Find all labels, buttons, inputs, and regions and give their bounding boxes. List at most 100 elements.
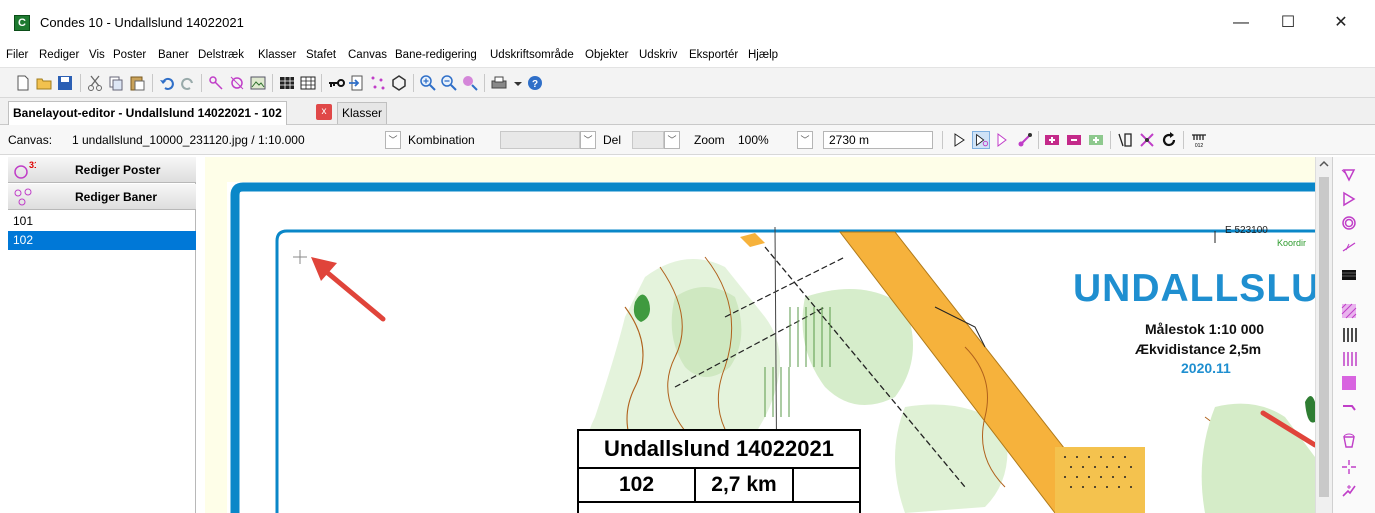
toolbar-separator (80, 74, 81, 92)
tools-icon[interactable] (1138, 131, 1156, 149)
select-arrow-icon[interactable] (950, 131, 968, 149)
menu-eksporter[interactable]: Eksportér (689, 49, 738, 61)
kombination-select[interactable] (500, 131, 580, 149)
menu-klasser[interactable]: Klasser (258, 49, 296, 61)
canvas-label: Canvas: (8, 133, 53, 147)
minimize-button[interactable]: — (1218, 8, 1264, 38)
measure-ruler-icon[interactable]: 012 (1190, 131, 1208, 149)
menu-hjaelp[interactable]: Hjælp (748, 49, 778, 61)
scroll-up-icon[interactable] (1319, 159, 1329, 169)
maximize-button[interactable]: ☐ (1265, 8, 1311, 38)
paste-icon[interactable] (128, 74, 146, 92)
menu-bane-redigering[interactable]: Bane-redigering (395, 49, 477, 61)
add-item-icon[interactable] (1043, 131, 1061, 149)
menu-poster[interactable]: Poster (113, 49, 146, 61)
course-length-field: 2730 m (823, 131, 933, 149)
open-folder-icon[interactable] (35, 74, 53, 92)
toolbar-separator (1038, 131, 1039, 149)
finish-circle-icon[interactable] (1341, 215, 1357, 231)
add-green-icon[interactable] (1087, 131, 1105, 149)
zoom-out-icon[interactable] (440, 74, 458, 92)
print-icon[interactable] (490, 74, 508, 92)
control-description-table[interactable]: Undallslund 14022021 102 2,7 km (577, 429, 861, 513)
menu-udskriftsomraade[interactable]: Udskriftsområde (490, 49, 574, 61)
tab-klasser[interactable]: Klasser (337, 102, 388, 124)
import-icon[interactable] (348, 74, 366, 92)
line-tool-icon[interactable] (1341, 239, 1357, 255)
svg-text:012: 012 (1195, 143, 1204, 149)
menu-objekter[interactable]: Objekter (585, 49, 628, 61)
scroll-thumb[interactable] (1319, 177, 1329, 497)
menu-delstraek[interactable]: Delstræk (198, 49, 244, 61)
purple-lines-icon[interactable] (1341, 351, 1357, 367)
menu-filer[interactable]: Filer (6, 49, 28, 61)
map-image-icon[interactable] (249, 74, 267, 92)
purple-fill-area-icon[interactable] (1341, 375, 1357, 391)
kombination-dropdown-arrow[interactable]: ﹀ (580, 131, 596, 149)
zoom-dropdown-arrow[interactable]: ﹀ (797, 131, 813, 149)
select-leg-icon[interactable] (994, 131, 1012, 149)
del-dropdown-arrow[interactable]: ﹀ (664, 131, 680, 149)
rediger-baner-button[interactable]: Rediger Baner (8, 184, 196, 210)
controls-dots-icon[interactable] (369, 74, 387, 92)
select-control-icon[interactable] (972, 131, 990, 149)
menu-stafet[interactable]: Stafet (306, 49, 336, 61)
menu-canvas[interactable]: Canvas (348, 49, 387, 61)
del-select[interactable] (632, 131, 664, 149)
canvas-select-value[interactable]: 1 undallslund_10000_231120.jpg / 1:10.00… (72, 133, 305, 147)
corner-line-icon[interactable] (1341, 401, 1357, 417)
redo-icon[interactable] (179, 74, 197, 92)
toolbar-separator (1110, 131, 1111, 149)
remove-item-icon[interactable] (1065, 131, 1083, 149)
map-vertical-scrollbar[interactable] (1315, 157, 1332, 513)
cut-icon[interactable] (86, 74, 104, 92)
course-route-icon (14, 188, 32, 206)
black-rect-icon[interactable] (1341, 267, 1357, 283)
crosshair-icon[interactable] (1341, 459, 1357, 475)
triangle-icon[interactable] (1341, 191, 1357, 207)
zoom-label: Zoom (694, 133, 725, 147)
description-icon[interactable] (1116, 131, 1134, 149)
save-icon[interactable] (56, 74, 74, 92)
undo-icon[interactable] (158, 74, 176, 92)
map-scale-text: Målestok 1:10 000 (1145, 321, 1265, 337)
map-coordinate-label: E 523100 (1225, 225, 1268, 236)
new-file-icon[interactable] (14, 74, 32, 92)
svg-text:31: 31 (29, 160, 36, 170)
menu-rediger[interactable]: Rediger (39, 49, 79, 61)
zoom-in-icon[interactable] (419, 74, 437, 92)
tab-close-button[interactable]: x (316, 104, 332, 120)
toolbar-separator (413, 74, 414, 92)
course-list-item-selected[interactable]: 102 (8, 231, 196, 250)
course-list-item[interactable]: 101 (8, 212, 196, 231)
control-number-icon[interactable] (390, 74, 408, 92)
sparkle-icon[interactable] (1341, 483, 1357, 499)
zoom-value[interactable]: 100% (738, 133, 769, 147)
black-lines-icon[interactable] (1341, 327, 1357, 343)
rotate-icon[interactable] (1160, 131, 1178, 149)
copy-icon[interactable] (107, 74, 125, 92)
canvas-dropdown-arrow[interactable]: ﹀ (385, 131, 401, 149)
chevron-down-icon[interactable] (509, 74, 527, 92)
start-triangle-icon[interactable] (1341, 167, 1357, 183)
zoom-fit-icon[interactable] (461, 74, 479, 92)
menu-vis[interactable]: Vis (89, 49, 105, 61)
close-window-button[interactable]: ✕ (1318, 8, 1364, 38)
menu-udskriv[interactable]: Udskriv (639, 49, 677, 61)
bucket-icon[interactable] (1341, 433, 1357, 449)
rediger-poster-button[interactable]: 31 Rediger Poster (8, 157, 196, 183)
edit-leg-icon[interactable] (1016, 131, 1034, 149)
table-icon[interactable] (278, 74, 296, 92)
rediger-baner-label: Rediger Baner (75, 190, 158, 204)
tab-banelayout-editor[interactable]: Banelayout-editor - Undallslund 14022021… (8, 101, 287, 125)
course-tool-icon[interactable] (207, 74, 225, 92)
course-edit-icon[interactable] (228, 74, 246, 92)
main-toolbar: ? (0, 68, 1375, 98)
svg-text:?: ? (532, 79, 538, 90)
menu-baner[interactable]: Baner (158, 49, 189, 61)
map-canvas[interactable]: E 523100 Koordir UNDALLSLUN Målestok 1:1… (205, 157, 1315, 513)
help-icon[interactable]: ? (526, 74, 544, 92)
key-icon[interactable] (327, 74, 345, 92)
crosshatch-area-icon[interactable] (1341, 303, 1357, 319)
grid-icon[interactable] (299, 74, 317, 92)
